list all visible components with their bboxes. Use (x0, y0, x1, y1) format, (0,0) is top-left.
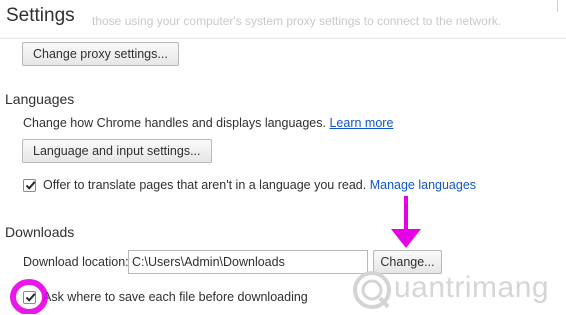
watermark: uantrimang (350, 265, 566, 315)
pointer-arrow-icon (391, 196, 421, 248)
watermark-text: uantrimang (394, 271, 550, 304)
highlight-circle-icon (10, 279, 48, 314)
